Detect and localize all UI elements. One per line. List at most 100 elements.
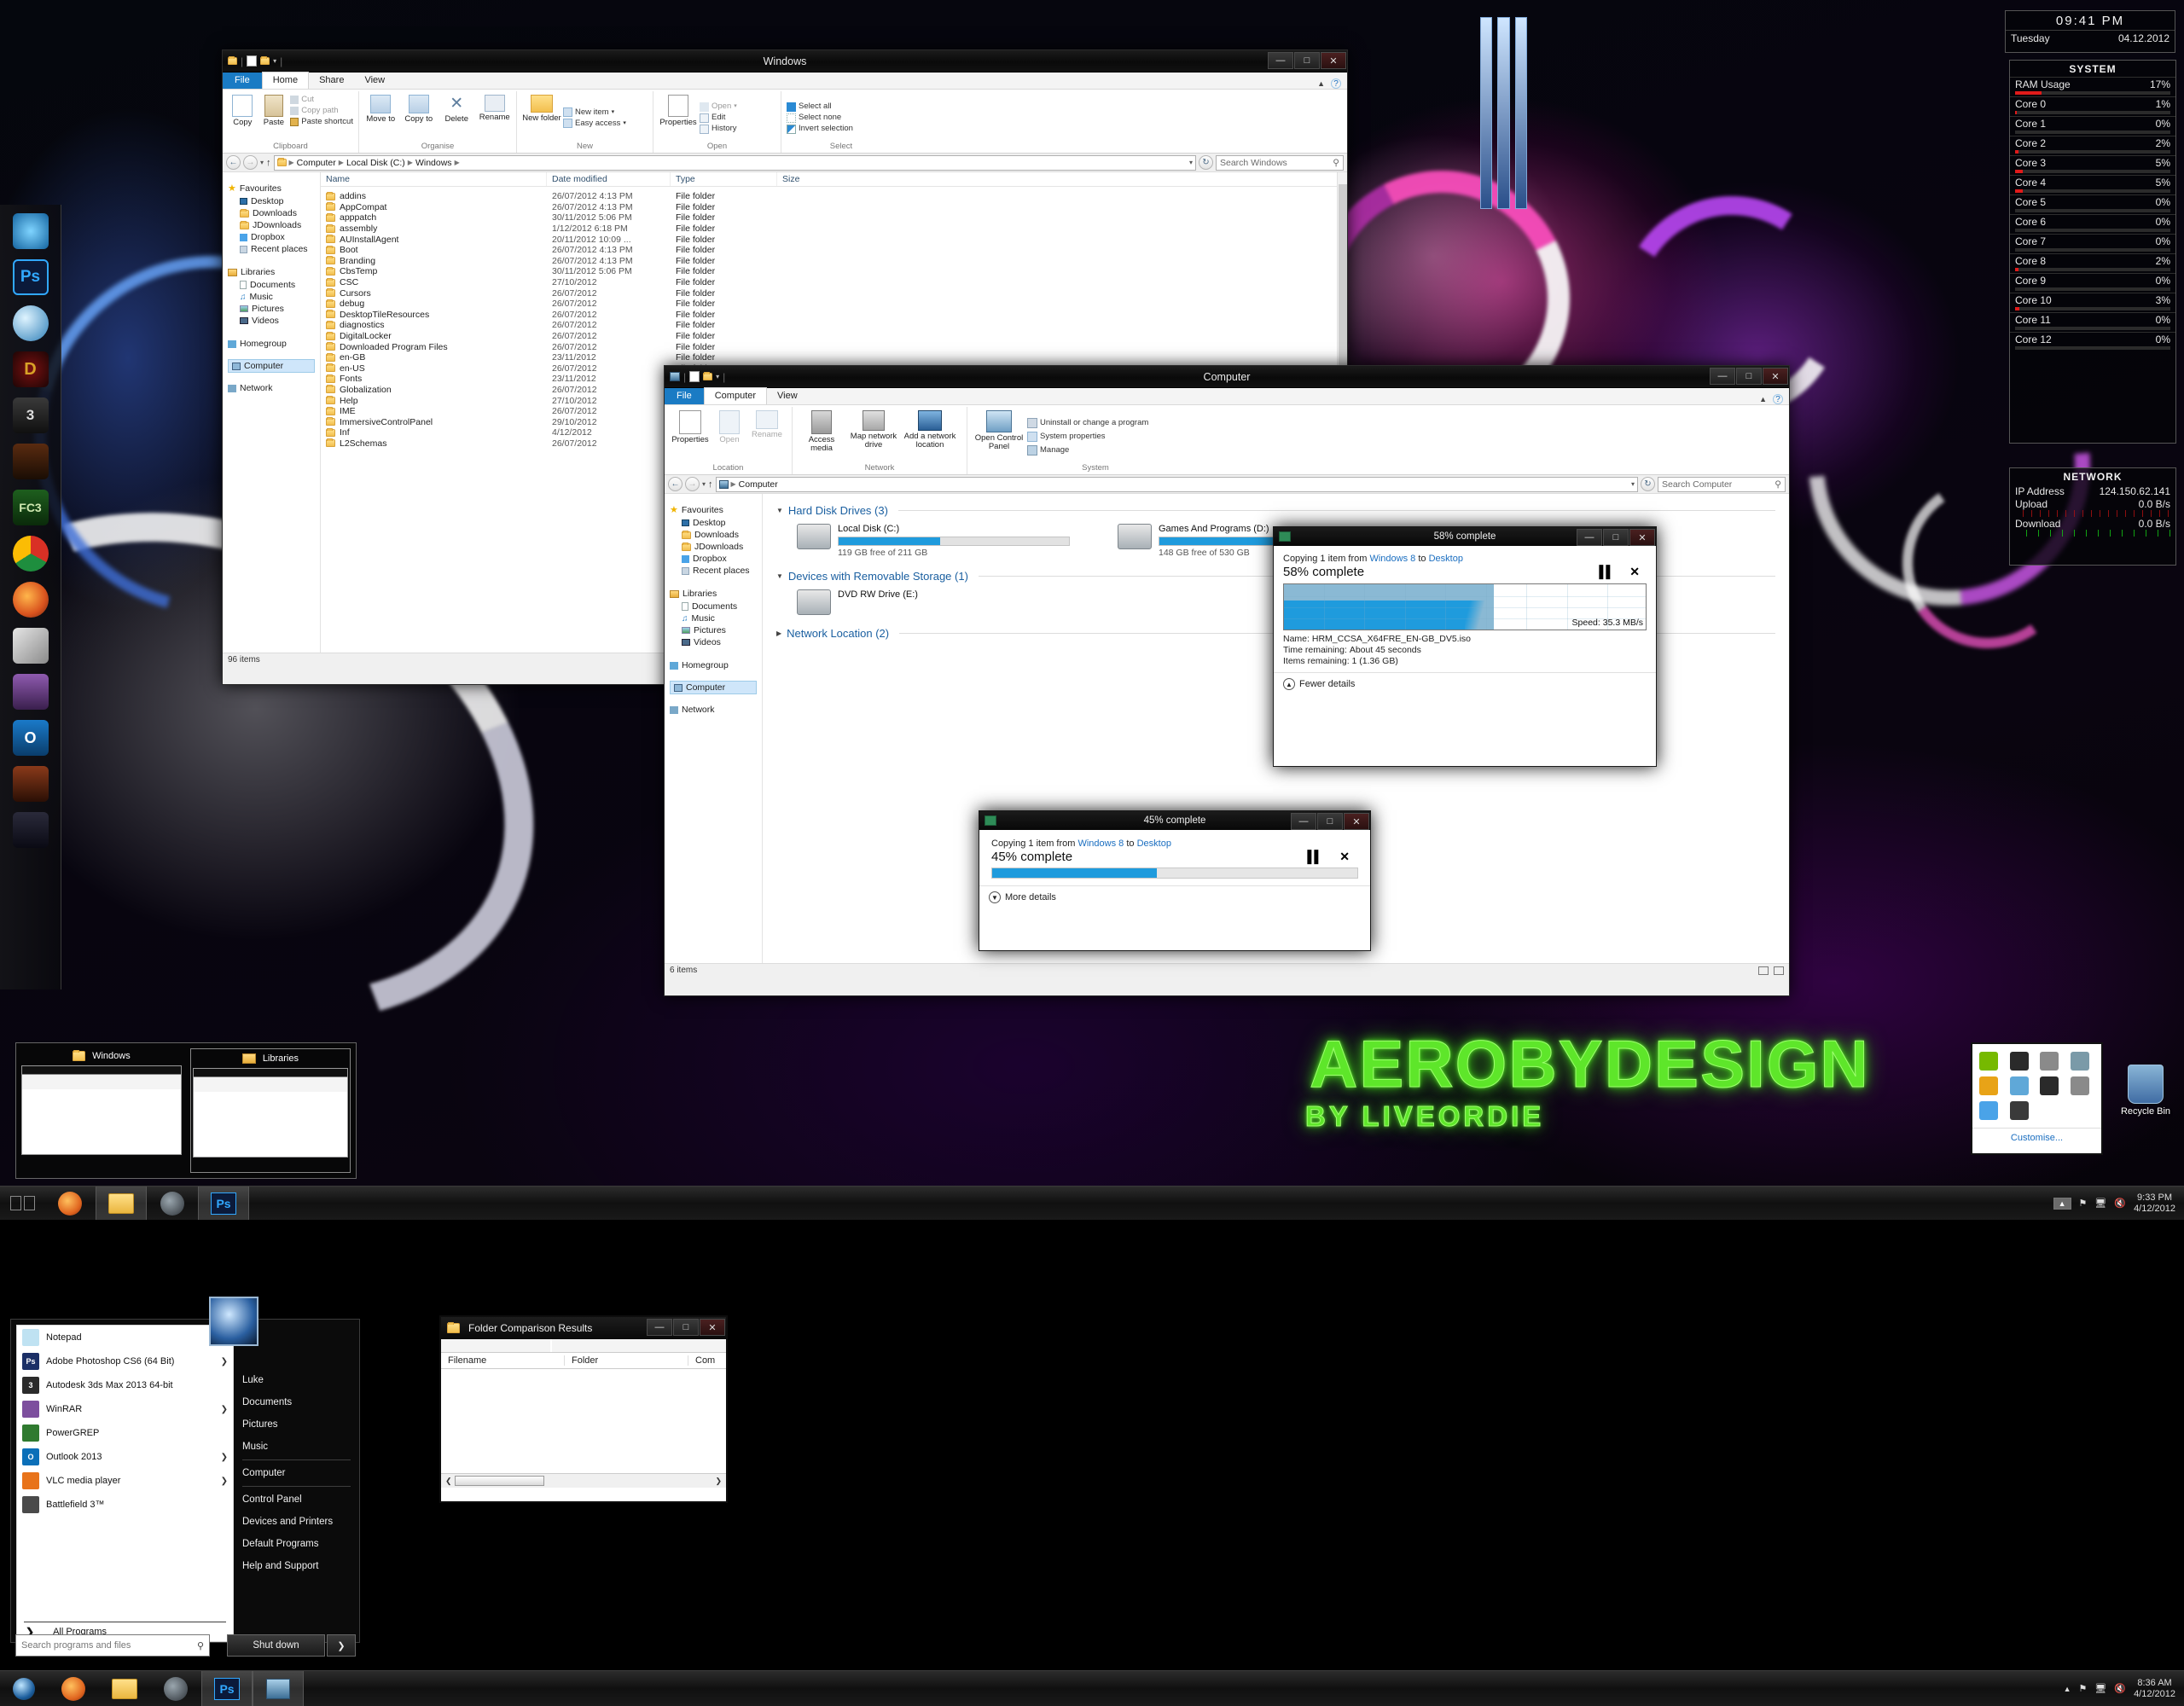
start-menu-place[interactable]: Music: [242, 1436, 357, 1458]
dock-icon-game[interactable]: [12, 766, 49, 802]
manage-button[interactable]: Manage: [1027, 444, 1148, 456]
tab-view[interactable]: View: [354, 73, 395, 89]
start-menu-place[interactable]: Luke: [242, 1369, 357, 1391]
table-row[interactable]: DesktopTileResources 26/07/2012 File folde…: [321, 310, 1347, 321]
titlebar[interactable]: | ▾ | Computer — □ ✕: [665, 366, 1789, 388]
network-gadget[interactable]: NETWORK IP Address 124.150.62.141 Upload…: [2009, 467, 2176, 566]
system-gadget[interactable]: SYSTEM RAM Usage 17% Core 0 1% Core 1 0% Core …: [2009, 60, 2176, 444]
nav-group-libraries[interactable]: Libraries: [228, 267, 320, 277]
x-icon[interactable]: [2070, 1076, 2089, 1095]
results-body[interactable]: [441, 1369, 726, 1473]
ribbon-home[interactable]: Copy Paste Cut Copy path Paste shortcut …: [223, 90, 1347, 154]
tray-expand-icon[interactable]: ▲: [2053, 1197, 2071, 1210]
dock-icon-diablo[interactable]: D: [12, 351, 49, 387]
results-header[interactable]: Filename Folder Com: [441, 1353, 726, 1369]
pause-icon[interactable]: ▌▌: [1307, 850, 1322, 863]
tray-clock[interactable]: 8:36 AM 4/12/2012: [2134, 1678, 2175, 1700]
up-button[interactable]: ↑: [708, 479, 713, 490]
network-icon[interactable]: 🖥: [2094, 1198, 2106, 1209]
nav-item-desktop[interactable]: Desktop: [670, 517, 762, 529]
forward-button[interactable]: →: [243, 155, 258, 170]
uninstall-program-button[interactable]: Uninstall or change a program: [1027, 417, 1148, 428]
copy-path-button[interactable]: Copy path: [290, 106, 353, 116]
minimize-button[interactable]: —: [1710, 368, 1735, 385]
breadcrumb-windows[interactable]: Windows: [415, 158, 452, 168]
back-button[interactable]: ←: [226, 155, 241, 170]
breadcrumb-dropdown-icon[interactable]: ▾: [1631, 480, 1635, 488]
search-input[interactable]: Search Computer ⚲: [1658, 476, 1786, 492]
navigation-pane[interactable]: ★ Favourites Desktop Downloads JDownloads…: [665, 494, 763, 963]
start-menu-item[interactable]: VLC media player ❯: [17, 1469, 233, 1493]
app-dock[interactable]: Ps D 3 FC3 O: [0, 205, 61, 989]
dest-link[interactable]: Desktop: [1137, 838, 1171, 849]
nav-item-downloads[interactable]: Downloads: [228, 207, 320, 219]
table-row[interactable]: Downloaded Program Files 26/07/2012 File f…: [321, 341, 1347, 352]
nav-item-recent-places[interactable]: Recent places: [670, 565, 762, 577]
table-row[interactable]: debug 26/07/2012 File folder: [321, 299, 1347, 310]
water-drop-icon[interactable]: [2009, 1076, 2029, 1095]
nav-item-computer[interactable]: Computer: [670, 681, 757, 694]
nav-item-music[interactable]: ♫ Music: [670, 612, 762, 624]
open-control-panel-button[interactable]: Open Control Panel: [973, 409, 1025, 462]
nav-group-favourites[interactable]: ★ Favourites: [670, 504, 762, 516]
ribbon-collapse-icon[interactable]: ▲: [1759, 395, 1767, 403]
start-menu-place[interactable]: Help and Support: [242, 1555, 357, 1577]
volume-muted-icon[interactable]: 🔇: [2114, 1198, 2126, 1209]
table-row[interactable]: Boot 26/07/2012 4:13 PM File folder: [321, 245, 1347, 256]
start-menu-item[interactable]: 3 Autodesk 3ds Max 2013 64-bit: [17, 1373, 233, 1397]
dock-icon-app[interactable]: [12, 812, 49, 848]
breadcrumb-computer[interactable]: Computer: [297, 158, 336, 168]
file-list-header[interactable]: Name Date modified Type Size: [321, 172, 1347, 187]
help-icon[interactable]: ?: [1331, 78, 1341, 89]
titlebar[interactable]: Folder Comparison Results — □ ✕: [441, 1317, 726, 1339]
tab-file[interactable]: File: [223, 73, 262, 89]
taskbar-steam[interactable]: [147, 1187, 198, 1220]
nav-item-network[interactable]: Network: [670, 705, 762, 715]
taskbar-computer[interactable]: [253, 1671, 304, 1706]
new-folder-icon[interactable]: [260, 56, 270, 65]
nav-item-recent-places[interactable]: Recent places: [228, 243, 320, 255]
section-header[interactable]: ▼ Hard Disk Drives (3): [776, 504, 1775, 517]
volume-muted-icon[interactable]: 🔇: [2114, 1683, 2126, 1694]
breadcrumb-local-disk[interactable]: Local Disk (C:): [346, 158, 405, 168]
thumb-image[interactable]: [21, 1065, 182, 1155]
tab-computer[interactable]: Computer: [703, 387, 768, 404]
table-row[interactable]: diagnostics 26/07/2012 File folder: [321, 320, 1347, 331]
forward-button[interactable]: →: [685, 477, 700, 491]
up-button[interactable]: ↑: [266, 158, 271, 168]
titlebar[interactable]: 45% complete — □ ✕: [979, 811, 1370, 830]
copy-dialog-large[interactable]: 58% complete — □ ✕ Copying 1 item from W…: [1273, 526, 1657, 767]
customise-link[interactable]: Customise...: [1972, 1128, 2101, 1147]
scrollbar-thumb[interactable]: [1338, 184, 1347, 389]
table-row[interactable]: en-GB 23/11/2012 File folder: [321, 352, 1347, 363]
tab-home[interactable]: Home: [261, 72, 310, 89]
chevron-down-icon[interactable]: ▼: [776, 507, 783, 514]
start-button[interactable]: [0, 1671, 48, 1706]
nav-item-jdownloads[interactable]: JDownloads: [670, 541, 762, 553]
copy-button[interactable]: Copy: [228, 93, 258, 141]
open-button[interactable]: Open: [712, 409, 746, 462]
table-row[interactable]: apppatch 30/11/2012 5:06 PM File folder: [321, 212, 1347, 223]
table-row[interactable]: CSC 27/10/2012 File folder: [321, 277, 1347, 288]
shutdown-options-button[interactable]: ❯: [327, 1634, 356, 1657]
drive-item[interactable]: Local Disk (C:) 119 GB free of 211 GB: [797, 524, 1070, 558]
paste-button[interactable]: Paste: [259, 93, 289, 141]
usb-safe-remove-icon[interactable]: [2040, 1052, 2059, 1071]
taskbar-firefox[interactable]: [48, 1671, 99, 1706]
taskbar-steam[interactable]: [150, 1671, 201, 1706]
recording-icon[interactable]: [2009, 1052, 2029, 1071]
dock-icon-photoshop[interactable]: Ps: [12, 259, 49, 295]
dock-icon-winrar[interactable]: [12, 674, 49, 710]
dock-icon-pen[interactable]: [12, 628, 49, 664]
mouse-icon[interactable]: [2040, 1076, 2059, 1095]
start-menu[interactable]: Notepad❯PsAdobe Photoshop CS6 (64 Bit)❯3…: [10, 1319, 360, 1643]
edit-button[interactable]: Edit: [700, 113, 737, 123]
start-menu-item[interactable]: WinRAR ❯: [17, 1397, 233, 1421]
maximize-button[interactable]: □: [1294, 52, 1320, 69]
chevron-right-icon[interactable]: ▶: [776, 630, 781, 637]
open-button[interactable]: Open ▾: [700, 102, 737, 112]
scrollbar-thumb[interactable]: [454, 1476, 544, 1486]
properties-icon[interactable]: [689, 371, 700, 382]
refresh-button[interactable]: ↻: [1641, 477, 1655, 491]
column-date[interactable]: Date modified: [547, 172, 671, 186]
